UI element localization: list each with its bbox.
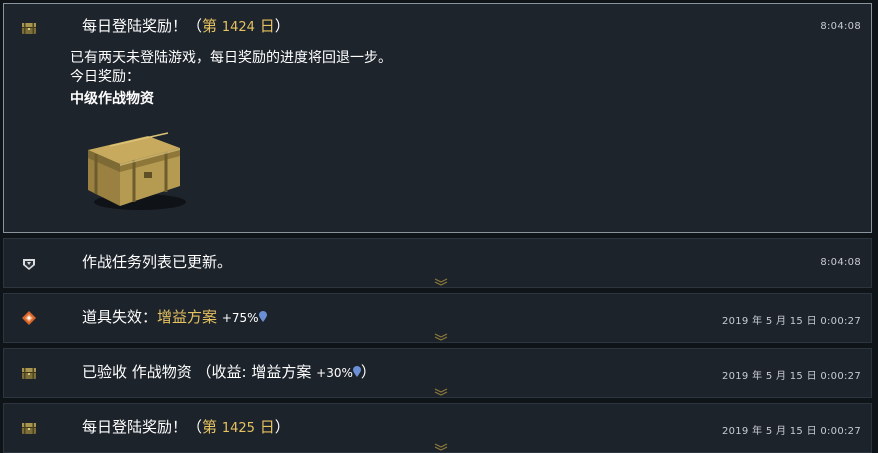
- notification-time: 2019 年 5 月 15 日 0:00:27: [721, 371, 861, 382]
- notification-title: 已验收 作战物资 （收益: 增益方案 +30%）: [82, 363, 376, 381]
- notification-time: 8:04:08: [820, 21, 861, 32]
- notification-card-supplies-claimed[interactable]: 已验收 作战物资 （收益: 增益方案 +30%） 2019 年 5 月 15 日…: [3, 348, 872, 398]
- notification-title: 每日登陆奖励！（第 1424 日）: [82, 17, 290, 35]
- notification-time: 2019 年 5 月 15 日 0:00:27: [721, 316, 861, 327]
- supply-chest-icon: [22, 23, 36, 34]
- mission-badge-icon: [23, 259, 35, 270]
- notification-card-daily-reward-1424[interactable]: 每日登陆奖励！（第 1424 日） 8:04:08 已有两天未登陆游戏，每日奖励…: [3, 3, 872, 233]
- notification-title: 作战任务列表已更新。: [82, 253, 233, 271]
- booster-name: 增益方案: [157, 308, 218, 326]
- supply-chest-icon: [22, 368, 36, 379]
- booster-expired-icon: [22, 311, 36, 325]
- notification-title: 每日登陆奖励！（第 1425 日）: [82, 418, 290, 436]
- buff-drop-icon: [352, 366, 361, 377]
- notification-card-booster-expired[interactable]: 道具失效：增益方案 +75% 2019 年 5 月 15 日 0:00:27: [3, 293, 872, 343]
- notification-feed: 每日登陆奖励！（第 1424 日） 8:04:08 已有两天未登陆游戏，每日奖励…: [0, 0, 878, 453]
- chevron-down-icon[interactable]: [434, 278, 448, 286]
- chevron-down-icon[interactable]: [434, 443, 448, 451]
- notification-time: 2019 年 5 月 15 日 0:00:27: [721, 426, 861, 437]
- supply-crate-image: [88, 132, 186, 210]
- booster-value: +30%: [316, 366, 353, 380]
- chevron-down-icon[interactable]: [434, 388, 448, 396]
- notification-message: 已有两天未登陆游戏，每日奖励的进度将回退一步。: [70, 50, 392, 66]
- notification-title: 道具失效：增益方案 +75%: [82, 307, 267, 328]
- notification-card-daily-reward-1425[interactable]: 每日登陆奖励！（第 1425 日） 2019 年 5 月 15 日 0:00:2…: [3, 403, 872, 453]
- booster-value: +75%: [221, 311, 259, 325]
- notification-time: 8:04:08: [820, 257, 861, 268]
- reward-heading: 今日奖励：: [70, 69, 140, 85]
- buff-drop-icon: [258, 311, 267, 322]
- reward-name: 中级作战物资: [70, 91, 154, 107]
- notification-card-mission-update[interactable]: 作战任务列表已更新。 8:04:08: [3, 238, 872, 288]
- supply-chest-icon: [22, 423, 36, 434]
- chevron-down-icon[interactable]: [434, 333, 448, 341]
